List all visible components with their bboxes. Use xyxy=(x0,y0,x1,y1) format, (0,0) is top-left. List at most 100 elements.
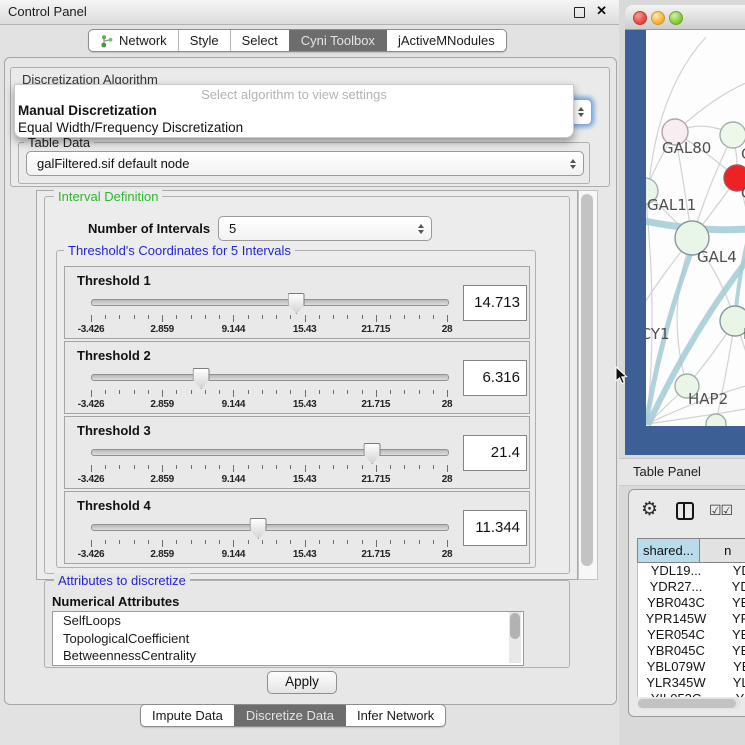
tab-label: Impute Data xyxy=(152,708,223,723)
slider-track[interactable] xyxy=(91,449,449,456)
columns-icon[interactable] xyxy=(676,502,694,520)
threshold-slider[interactable]: -3.4262.8599.14415.4321.71528 xyxy=(91,443,447,485)
threshold-slider[interactable]: -3.4262.8599.14415.4321.71528 xyxy=(91,518,447,560)
cell-name[interactable]: YLR3 xyxy=(714,675,745,691)
slider-thumb[interactable] xyxy=(288,293,305,314)
threshold-label: Threshold 2 xyxy=(77,348,151,363)
threshold-slider[interactable]: -3.4262.8599.14415.4321.71528 xyxy=(91,368,447,410)
threshold-label: Threshold 3 xyxy=(77,423,151,438)
table-row[interactable]: YBL079WYBL0 xyxy=(638,659,745,675)
node-bottom[interactable] xyxy=(706,414,726,426)
node-label-gal80: GAL80 xyxy=(662,139,711,157)
threshold-slider[interactable]: -3.4262.8599.14415.4321.71528 xyxy=(91,293,447,335)
slider-thumb[interactable] xyxy=(193,368,210,389)
horizontal-scrollbar[interactable] xyxy=(637,698,740,709)
scrollbar-thumb[interactable] xyxy=(581,194,593,566)
column-header-shared-name[interactable]: shared... xyxy=(637,538,700,563)
tab-network[interactable]: Network xyxy=(89,30,178,51)
table-data-combobox[interactable]: galFiltered.sif default node xyxy=(26,151,584,176)
cell-shared-name[interactable]: YBR045C xyxy=(638,643,714,659)
tab-label: Cyni Toolbox xyxy=(301,33,375,48)
tab-label: Discretize Data xyxy=(246,708,334,723)
tab-cyni-toolbox[interactable]: Cyni Toolbox xyxy=(289,30,386,51)
slider-track[interactable] xyxy=(91,299,449,306)
algorithm-option[interactable]: Equal Width/Frequency Discretization xyxy=(15,119,573,136)
tab-impute-data[interactable]: Impute Data xyxy=(141,705,234,726)
cell-name[interactable]: YIL0 xyxy=(714,691,745,697)
numerical-attributes-label: Numerical Attributes xyxy=(52,594,179,609)
network-canvas[interactable]: GAL80GCGAL11GAL4GCY1HHAP2 xyxy=(646,30,745,426)
cell-name[interactable]: YBR0 xyxy=(714,643,745,659)
scrollbar-thumb[interactable] xyxy=(638,699,736,708)
algorithm-option[interactable]: Manual Discretization xyxy=(15,102,573,119)
cell-name[interactable]: YPR1 xyxy=(714,611,745,627)
node-label-gcy1: GCY1 xyxy=(646,325,670,343)
float-icon[interactable] xyxy=(574,7,585,18)
minimize-traffic-light[interactable] xyxy=(651,11,665,25)
threshold-value-field[interactable]: 21.4 xyxy=(463,435,527,471)
table-row[interactable]: YDR27...YDR2 xyxy=(638,579,745,595)
cell-name[interactable]: YER0 xyxy=(714,627,745,643)
node-label-c: C xyxy=(741,184,745,202)
cell-shared-name[interactable]: YDR27... xyxy=(638,579,714,595)
table-body: YDL19...YDL1YDR27...YDR2YBR043CYBR0YPR14… xyxy=(637,563,745,697)
gear-icon[interactable]: ⚙ xyxy=(641,498,658,521)
column-header-name[interactable]: n xyxy=(700,538,745,563)
table-row[interactable]: YPR145WYPR1 xyxy=(638,611,745,627)
table-row[interactable]: YBR043CYBR0 xyxy=(638,595,745,611)
table-row[interactable]: YIL052CYIL0 xyxy=(638,691,745,697)
network-view-window: GAL80GCGAL11GAL4GCY1HHAP2 xyxy=(625,5,745,455)
node-label-gal4: GAL4 xyxy=(697,248,737,266)
attribute-item[interactable]: BetweennessCentrality xyxy=(53,647,523,665)
slider-track[interactable] xyxy=(91,374,449,381)
apply-button[interactable]: Apply xyxy=(267,671,337,694)
zoom-traffic-light[interactable] xyxy=(669,11,683,25)
cell-shared-name[interactable]: YPR145W xyxy=(638,611,714,627)
slider-thumb[interactable] xyxy=(250,518,267,539)
slider-thumb[interactable] xyxy=(364,443,381,464)
table-row[interactable]: YER054CYER0 xyxy=(638,627,745,643)
table-data-value: galFiltered.sif default node xyxy=(37,156,189,171)
number-of-intervals-combobox[interactable]: 5 xyxy=(218,216,432,241)
tab-label: Infer Network xyxy=(357,708,434,723)
table-panel-window: ⚙ ☑☑ shared... n YDL19...YDL1YDR27...YDR… xyxy=(628,489,745,717)
attributes-scrollbar[interactable] xyxy=(509,612,521,663)
cell-name[interactable]: YBL0 xyxy=(714,659,745,675)
close-icon[interactable]: ✕ xyxy=(596,3,607,19)
table-row[interactable]: YDL19...YDL1 xyxy=(638,563,745,579)
node-table: shared... n YDL19...YDL1YDR27...YDR2YBR0… xyxy=(637,538,745,698)
table-row[interactable]: YBR045CYBR0 xyxy=(638,643,745,659)
threshold-value-field[interactable]: 11.344 xyxy=(463,510,527,546)
slider-track[interactable] xyxy=(91,524,449,531)
tab-discretize-data[interactable]: Discretize Data xyxy=(234,705,345,726)
slider-ticks xyxy=(91,540,447,548)
vertical-scrollbar[interactable] xyxy=(578,190,598,580)
threshold-value-field[interactable]: 14.713 xyxy=(463,285,527,321)
close-traffic-light[interactable] xyxy=(633,11,647,25)
cell-shared-name[interactable]: YBR043C xyxy=(638,595,714,611)
cell-shared-name[interactable]: YDL19... xyxy=(638,563,714,579)
tab-infer-network[interactable]: Infer Network xyxy=(345,705,445,726)
top-tab-bar: NetworkStyleSelect Cyni Toolbox jActiveMNo… xyxy=(88,29,507,52)
tab-style[interactable]: Style xyxy=(178,30,230,51)
checkboxes-icon[interactable]: ☑☑ xyxy=(709,502,732,519)
threshold-value-field[interactable]: 6.316 xyxy=(463,360,527,396)
thresholds-title: Threshold's Coordinates for 5 Intervals xyxy=(64,243,295,258)
cell-name[interactable]: YDL1 xyxy=(714,563,745,579)
slider-ticks xyxy=(91,390,447,398)
attribute-item[interactable]: SelfLoops xyxy=(53,612,523,630)
cell-shared-name[interactable]: YLR345W xyxy=(638,675,714,691)
cell-shared-name[interactable]: YBL079W xyxy=(638,659,714,675)
cell-name[interactable]: YBR0 xyxy=(714,595,745,611)
cell-shared-name[interactable]: YIL052C xyxy=(638,691,714,697)
cell-name[interactable]: YDR2 xyxy=(714,579,745,595)
scrollbar-thumb[interactable] xyxy=(510,613,520,639)
attribute-item[interactable]: TopologicalCoefficient xyxy=(53,630,523,648)
cell-shared-name[interactable]: YER054C xyxy=(638,627,714,643)
numerical-attributes-list[interactable]: SelfLoopsTopologicalCoefficientBetweenne… xyxy=(52,611,524,666)
table-row[interactable]: YLR345WYLR3 xyxy=(638,675,745,691)
window-title: Control Panel xyxy=(8,4,87,19)
tab-jactivemnodules[interactable]: jActiveMNodules xyxy=(386,30,506,51)
tab-select[interactable]: Select xyxy=(230,30,289,51)
node-h[interactable] xyxy=(720,306,745,336)
